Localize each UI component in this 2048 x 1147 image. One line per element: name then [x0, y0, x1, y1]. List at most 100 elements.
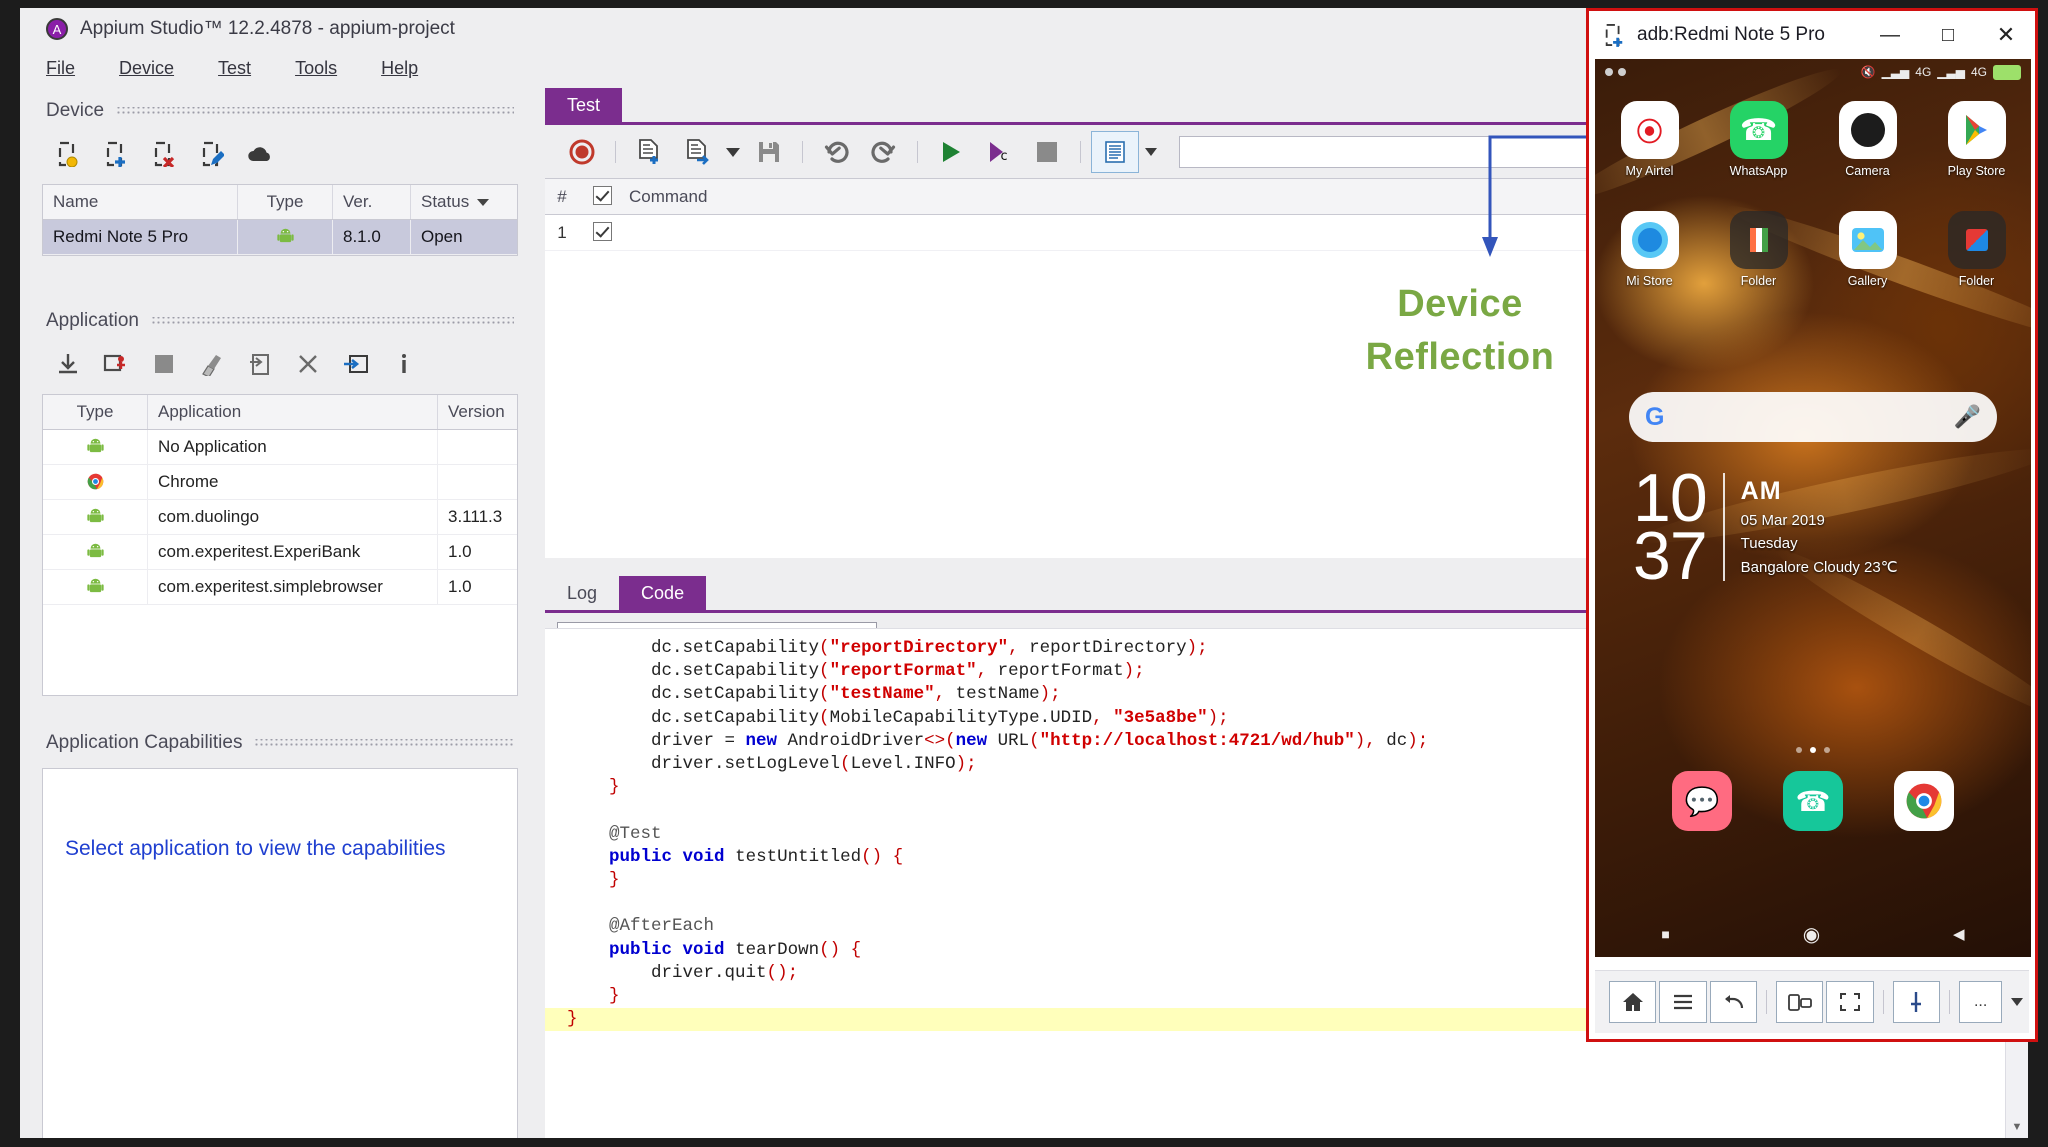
device-col-status[interactable]: Status: [411, 185, 517, 219]
copy-app-icon[interactable]: [236, 346, 284, 382]
run-code-icon[interactable]: c: [976, 132, 1022, 172]
scroll-down-arrow-icon[interactable]: ▼: [2006, 1116, 2028, 1138]
app-type-cell: [43, 500, 148, 534]
microphone-icon[interactable]: 🎤: [1954, 404, 1981, 430]
device-settings-icon[interactable]: [44, 136, 92, 172]
clear-app-data-icon[interactable]: [188, 346, 236, 382]
app-shortcut[interactable]: Folder: [1934, 211, 2020, 288]
open-test-dropdown-icon[interactable]: [722, 132, 744, 172]
app-label: Folder: [1958, 274, 1995, 288]
install-app-icon[interactable]: [44, 346, 92, 382]
minimize-button[interactable]: —: [1861, 13, 1919, 57]
tab-code[interactable]: Code: [619, 576, 707, 610]
fullscreen-icon[interactable]: [1826, 981, 1874, 1023]
app-label: Play Store: [1947, 164, 2006, 178]
stop-test-icon[interactable]: [1024, 132, 1070, 172]
app-name-cell: Chrome: [148, 465, 438, 499]
table-row[interactable]: com.experitest.ExperiBank 1.0: [43, 535, 517, 570]
select-all-checkbox[interactable]: [592, 186, 612, 205]
table-row[interactable]: Chrome: [43, 465, 517, 500]
folder-app-icon[interactable]: [1947, 211, 2006, 269]
app-shortcut[interactable]: Mi Store: [1607, 211, 1693, 288]
app-shortcut[interactable]: Gallery: [1825, 211, 1911, 288]
camera-app-icon[interactable]: [1838, 101, 1897, 159]
undo-icon[interactable]: [813, 132, 859, 172]
gallery-app-icon[interactable]: [1838, 211, 1897, 269]
clock-meta: AM 05 Mar 2019 Tuesday Bangalore Cloudy …: [1741, 469, 1898, 585]
more-dropdown-icon[interactable]: [2005, 981, 2029, 1023]
uninstall-app-icon[interactable]: [92, 346, 140, 382]
row-checkbox[interactable]: [592, 222, 612, 241]
maximize-button[interactable]: □: [1919, 13, 1977, 57]
annotation-line-1: Device: [1397, 283, 1523, 325]
airtel-app-icon[interactable]: ⦿: [1620, 101, 1679, 159]
add-device-icon[interactable]: [92, 136, 140, 172]
redo-icon[interactable]: [861, 132, 907, 172]
record-button[interactable]: [559, 132, 605, 172]
stop-app-icon[interactable]: [140, 346, 188, 382]
clock-widget: 10 37 AM 05 Mar 2019 Tuesday Bangalore C…: [1633, 464, 1898, 590]
app-info-icon[interactable]: [380, 346, 428, 382]
app-shortcut[interactable]: Folder: [1716, 211, 1802, 288]
edit-device-icon[interactable]: [188, 136, 236, 172]
home-icon[interactable]: [1609, 981, 1657, 1023]
capabilities-section-label: Application Capabilities: [46, 732, 243, 753]
command-col-check[interactable]: [579, 179, 625, 214]
app-label: My Airtel: [1625, 164, 1674, 178]
tab-test[interactable]: Test: [545, 88, 623, 122]
google-search-bar[interactable]: G 🎤: [1629, 392, 1997, 442]
back-button[interactable]: ◀: [1953, 925, 1965, 943]
page-dot[interactable]: [1824, 747, 1830, 753]
chrome-app-icon[interactable]: [1893, 771, 1954, 831]
table-row[interactable]: com.duolingo 3.111.3: [43, 500, 517, 535]
menu-icon[interactable]: [1659, 981, 1707, 1023]
rotate-icon[interactable]: [1775, 981, 1824, 1023]
app-version-cell: [438, 430, 517, 464]
app-name-cell: com.experitest.ExperiBank: [148, 535, 438, 569]
device-screen[interactable]: 🔇 ▁▃▅ 4G ▁▃▅ 4G ⦿ My Airtel ☎ WhatsApp C…: [1595, 59, 2031, 957]
menu-item-test[interactable]: Test: [218, 58, 251, 79]
menu-item-file[interactable]: File: [46, 58, 75, 79]
launch-app-icon[interactable]: [332, 346, 380, 382]
more-icon[interactable]: ...: [1958, 981, 2003, 1023]
menu-item-device[interactable]: Device: [119, 58, 174, 79]
report-dropdown-icon[interactable]: [1141, 132, 1161, 172]
app-logo-icon: A: [46, 18, 68, 40]
cloud-device-icon[interactable]: [236, 136, 284, 172]
back-icon[interactable]: [1709, 981, 1757, 1023]
application-table: Type Application Version No Application …: [42, 394, 518, 696]
menu-item-tools[interactable]: Tools: [295, 58, 337, 79]
whatsapp-app-icon[interactable]: ☎: [1729, 101, 1788, 159]
remove-device-icon[interactable]: [140, 136, 188, 172]
tab-log[interactable]: Log: [545, 576, 620, 610]
table-row[interactable]: Redmi Note 5 Pro 8.1.0 Open: [43, 220, 517, 255]
page-dot[interactable]: [1796, 747, 1802, 753]
mi-store-app-icon[interactable]: [1620, 211, 1679, 269]
app-label: Folder: [1740, 274, 1777, 288]
recents-button[interactable]: ■: [1661, 926, 1669, 942]
page-dot-active[interactable]: [1810, 747, 1816, 753]
play-store-app-icon[interactable]: [1947, 101, 2006, 159]
save-test-icon[interactable]: [746, 132, 792, 172]
phone-app-icon[interactable]: ☎: [1782, 771, 1843, 831]
mute-icon: 🔇: [1860, 65, 1876, 79]
app-shortcut[interactable]: Camera: [1825, 101, 1911, 178]
new-test-icon[interactable]: [626, 132, 672, 172]
pin-icon[interactable]: [1892, 981, 1940, 1023]
app-shortcut[interactable]: ☎ WhatsApp: [1716, 101, 1802, 178]
home-button[interactable]: ◉: [1803, 922, 1820, 947]
command-check-cell[interactable]: [579, 215, 625, 250]
menu-item-help[interactable]: Help: [381, 58, 418, 79]
folder-app-icon[interactable]: [1729, 211, 1788, 269]
run-test-icon[interactable]: [928, 132, 974, 172]
notification-dot-icon: [1605, 68, 1613, 76]
app-shortcut[interactable]: Play Store: [1934, 101, 2020, 178]
messages-app-icon[interactable]: 💬: [1672, 771, 1733, 831]
report-icon[interactable]: [1091, 131, 1139, 173]
close-app-icon[interactable]: [284, 346, 332, 382]
open-test-icon[interactable]: [674, 132, 720, 172]
app-shortcut[interactable]: ⦿ My Airtel: [1607, 101, 1693, 178]
table-row[interactable]: No Application: [43, 430, 517, 465]
close-button[interactable]: ✕: [1977, 13, 2035, 57]
table-row[interactable]: com.experitest.simplebrowser 1.0: [43, 570, 517, 605]
